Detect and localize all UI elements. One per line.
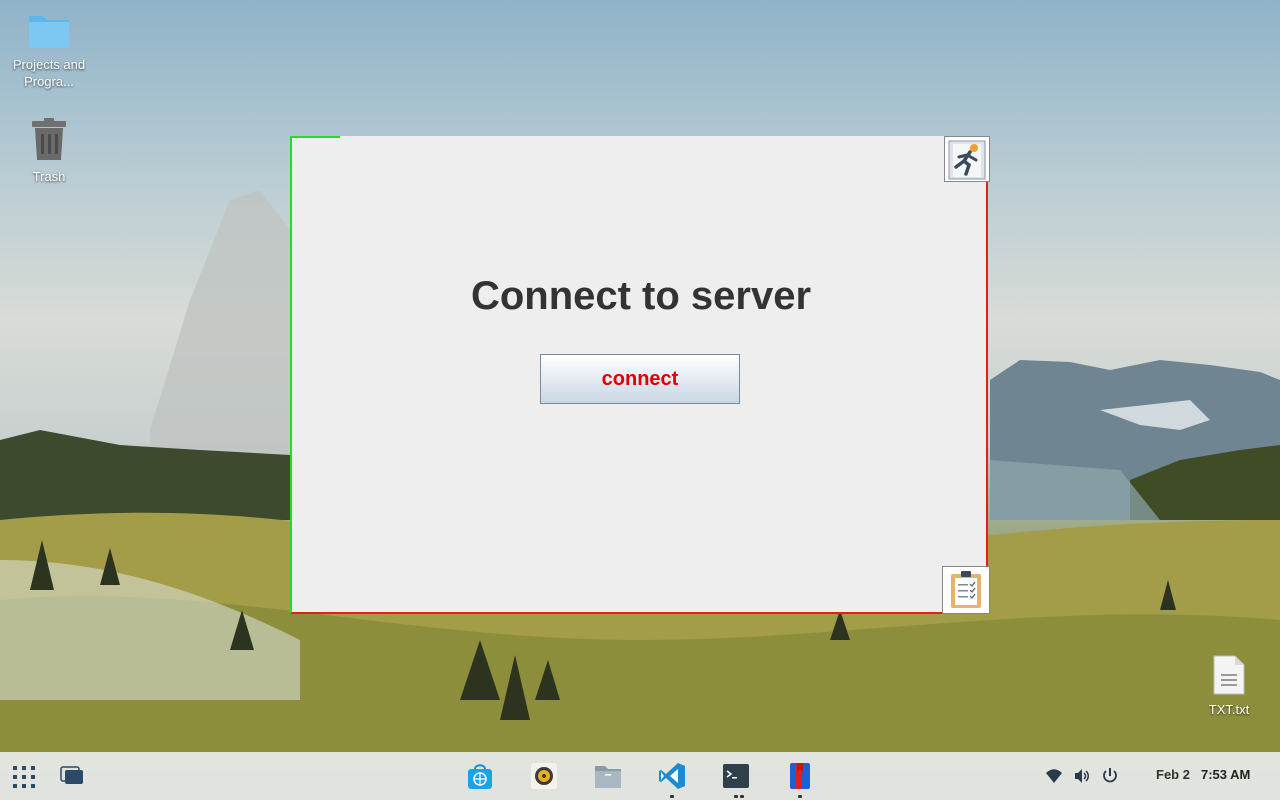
folder-icon [4,10,94,54]
wifi-icon[interactable] [1045,767,1063,785]
file-manager-icon[interactable] [594,762,622,790]
running-indicator [734,795,738,798]
desktop-icon-projects[interactable]: Projects and Progra... [4,10,94,90]
power-icon[interactable] [1101,767,1119,785]
clock-date[interactable]: Feb 2 [1156,767,1190,782]
text-file-icon [1184,655,1274,699]
volume-icon[interactable] [1073,767,1091,785]
desktop-icon-label: Projects and Progra... [12,57,86,89]
exit-button[interactable] [944,136,990,182]
running-indicator [798,795,802,798]
clock-time[interactable]: 7:53 AM [1201,767,1250,782]
clipboard-checklist-icon [943,571,989,617]
terminal-icon[interactable] [722,762,750,790]
window-accent [290,136,340,138]
desktop-icon-label: TXT.txt [1208,702,1250,717]
running-indicator [670,795,674,798]
connect-window: Connect to server connect [290,136,990,614]
software-store-icon[interactable] [466,762,494,790]
trash-icon [4,118,94,166]
vscode-icon[interactable] [658,762,686,790]
music-player-icon[interactable] [530,762,558,790]
exit-running-man-icon [945,140,989,185]
desktop-icon-label: Trash [32,169,66,184]
page-title: Connect to server [470,274,812,318]
bookmark-app-icon[interactable] [786,762,814,790]
taskbar: Feb 2 7:53 AM [0,752,1280,800]
running-indicator [740,795,744,798]
connect-button[interactable]: connect [540,354,740,404]
app-grid-icon[interactable] [12,765,36,789]
desktop-icon-txt-file[interactable]: TXT.txt [1184,655,1274,718]
clipboard-button[interactable] [942,566,990,614]
desktop-icon-trash[interactable]: Trash [4,118,94,185]
window-switcher-icon[interactable] [60,766,84,786]
